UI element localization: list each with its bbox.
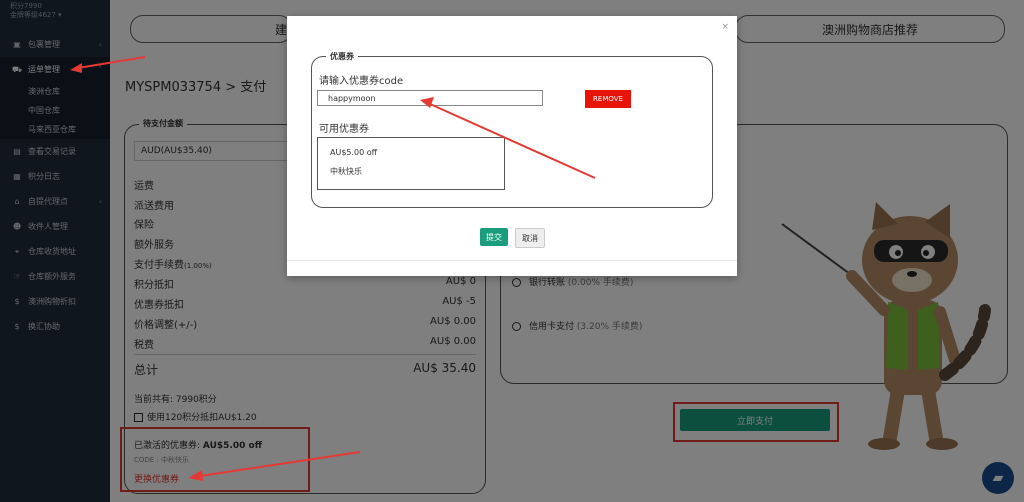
- annotation-arrows: [70, 56, 596, 481]
- annotation-arrowhead: [188, 470, 203, 481]
- annotation-arrow-input: [429, 103, 596, 179]
- annotation-arrow-coupon: [199, 451, 361, 477]
- annotation-arrow-sidebar: [77, 56, 146, 69]
- annotation-arrowhead: [70, 63, 82, 73]
- annotation-arrowhead: [420, 97, 434, 108]
